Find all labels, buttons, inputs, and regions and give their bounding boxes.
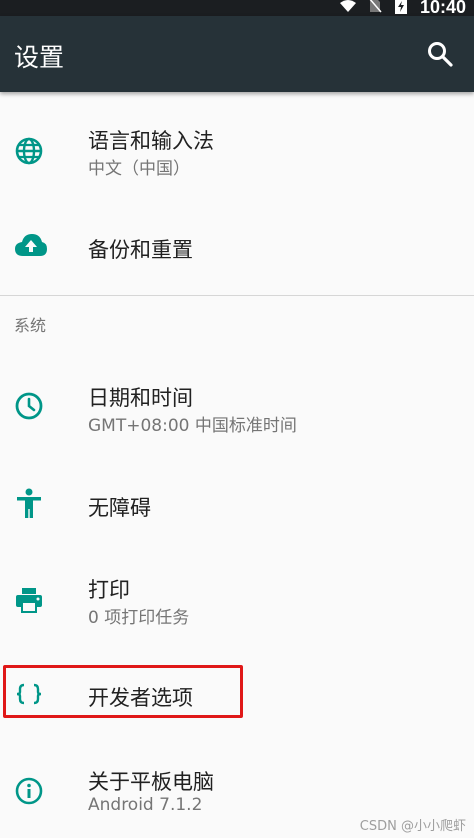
setting-subtitle: 中文（中国） [88, 159, 190, 179]
setting-title: 打印 [88, 578, 130, 602]
highlight-box [3, 665, 243, 718]
cloud-upload-icon [14, 230, 47, 262]
wifi-icon [339, 0, 356, 17]
search-icon [428, 42, 453, 67]
app-bar: 设置 [0, 16, 474, 92]
page-title: 设置 [14, 43, 65, 72]
accessibility-icon [14, 488, 46, 520]
setting-date-time[interactable]: 日期和时间 GMT+08:00 中国标准时间 [0, 366, 474, 446]
setting-subtitle: 0 项打印任务 [88, 608, 190, 628]
setting-title: 日期和时间 [88, 386, 193, 410]
no-sim-icon [368, 0, 382, 17]
setting-backup-reset[interactable]: 备份和重置 [0, 210, 474, 282]
search-button[interactable] [426, 40, 454, 68]
setting-print[interactable]: 打印 0 项打印任务 [0, 560, 474, 642]
setting-subtitle: Android 7.1.2 [88, 795, 203, 815]
divider [0, 295, 474, 296]
clock-icon [14, 391, 46, 423]
setting-accessibility[interactable]: 无障碍 [0, 468, 474, 540]
globe-icon [14, 136, 46, 168]
info-icon [14, 776, 46, 808]
setting-title: 备份和重置 [88, 238, 193, 262]
setting-title: 关于平板电脑 [88, 770, 214, 794]
setting-subtitle: GMT+08:00 中国标准时间 [88, 416, 297, 436]
status-clock: 10:40 [419, 0, 466, 17]
setting-title: 语言和输入法 [88, 129, 214, 153]
printer-icon [14, 585, 46, 617]
watermark: CSDN @小小爬虾 [359, 819, 466, 834]
status-bar: 10:40 [0, 0, 474, 17]
section-header-system: 系统 [14, 316, 47, 335]
setting-language-input[interactable]: 语言和输入法 中文（中国） [0, 108, 474, 188]
setting-title: 无障碍 [88, 496, 151, 520]
